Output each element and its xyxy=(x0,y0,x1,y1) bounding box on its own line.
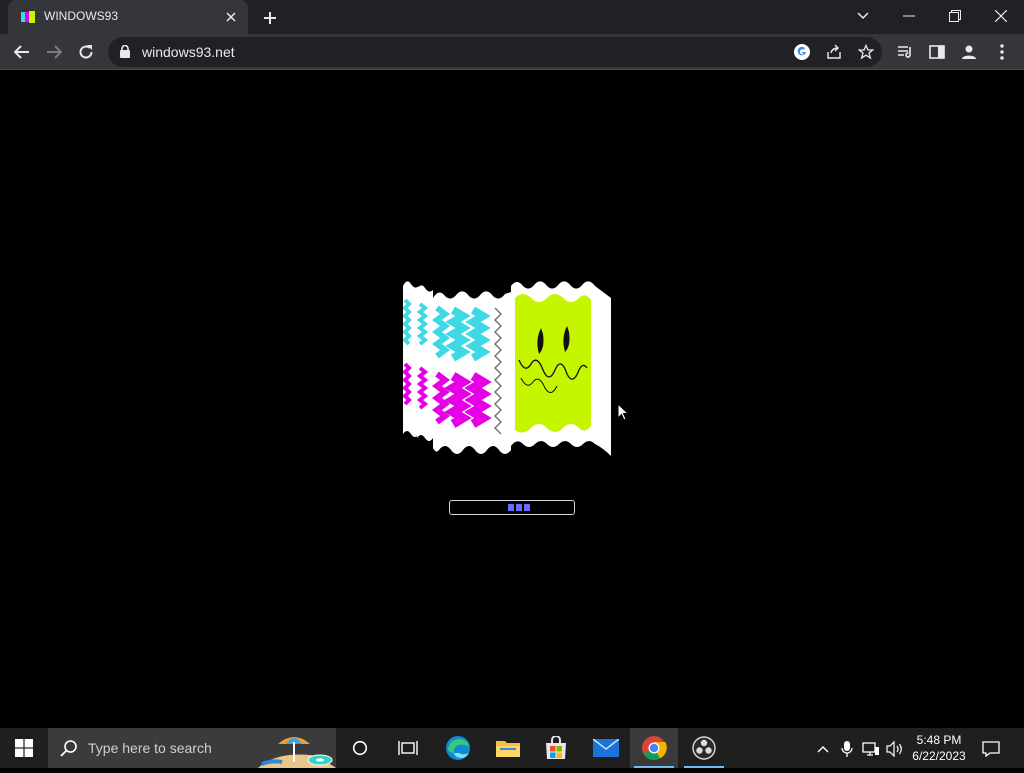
browser-toolbar: windows93.net xyxy=(0,34,1024,70)
notifications-icon[interactable] xyxy=(982,740,1000,758)
side-panel-icon[interactable] xyxy=(923,38,951,66)
google-lens-icon[interactable] xyxy=(791,41,813,63)
media-control-icon[interactable] xyxy=(891,38,919,66)
back-arrow-icon[interactable] xyxy=(8,38,36,66)
taskbar-search-box[interactable]: Type here to search xyxy=(48,728,336,768)
network-icon[interactable] xyxy=(862,740,880,758)
address-bar[interactable]: windows93.net xyxy=(108,37,882,67)
search-placeholder: Type here to search xyxy=(88,740,212,756)
windows93-logo-image xyxy=(402,278,615,464)
tab-title: WINDOWS93 xyxy=(44,9,119,23)
loading-progress-fill xyxy=(508,504,531,511)
microsoft-store-icon[interactable] xyxy=(532,728,580,768)
clock-time: 5:48 PM xyxy=(916,733,962,747)
edge-browser-icon[interactable] xyxy=(434,728,482,768)
search-icon xyxy=(60,739,78,762)
minimize-icon[interactable] xyxy=(886,0,932,32)
page-viewport xyxy=(0,70,1024,728)
loading-progress-bar xyxy=(449,500,575,515)
cortana-icon[interactable] xyxy=(336,728,384,768)
mail-icon[interactable] xyxy=(582,728,630,768)
lock-icon[interactable] xyxy=(120,44,130,63)
browser-tabstrip: WINDOWS93 xyxy=(0,0,1024,34)
windows-taskbar: Type here to search 5:48 PM 6/22/2023 xyxy=(0,728,1024,768)
system-clock[interactable]: 5:48 PM 6/22/2023 xyxy=(906,732,972,764)
forward-arrow-icon[interactable] xyxy=(40,38,68,66)
file-explorer-icon[interactable] xyxy=(484,728,532,768)
clock-date: 6/22/2023 xyxy=(912,749,966,763)
beach-umbrella-icon xyxy=(258,730,336,773)
task-view-icon[interactable] xyxy=(384,728,432,768)
restore-icon[interactable] xyxy=(932,0,978,32)
obs-studio-icon[interactable] xyxy=(680,728,728,768)
profile-icon[interactable] xyxy=(955,38,983,66)
url-text[interactable]: windows93.net xyxy=(142,44,235,60)
mouse-cursor-icon xyxy=(617,402,630,426)
share-icon[interactable] xyxy=(823,41,845,63)
show-hidden-icons-chevron-icon[interactable] xyxy=(814,740,832,758)
reload-icon[interactable] xyxy=(72,38,100,66)
start-windows-icon[interactable] xyxy=(0,728,48,768)
new-tab-icon[interactable] xyxy=(256,4,284,32)
more-menu-icon[interactable] xyxy=(988,38,1016,66)
tab-close-icon[interactable] xyxy=(220,6,242,28)
tab-search-chevron-icon[interactable] xyxy=(840,0,886,32)
microphone-icon[interactable] xyxy=(838,740,856,758)
volume-icon[interactable] xyxy=(886,740,904,758)
bookmark-star-icon[interactable] xyxy=(855,41,877,63)
browser-tab[interactable]: WINDOWS93 xyxy=(8,0,248,34)
close-window-icon[interactable] xyxy=(978,0,1024,32)
windows93-favicon-icon xyxy=(20,9,36,25)
chrome-taskbar-icon[interactable] xyxy=(630,728,678,768)
